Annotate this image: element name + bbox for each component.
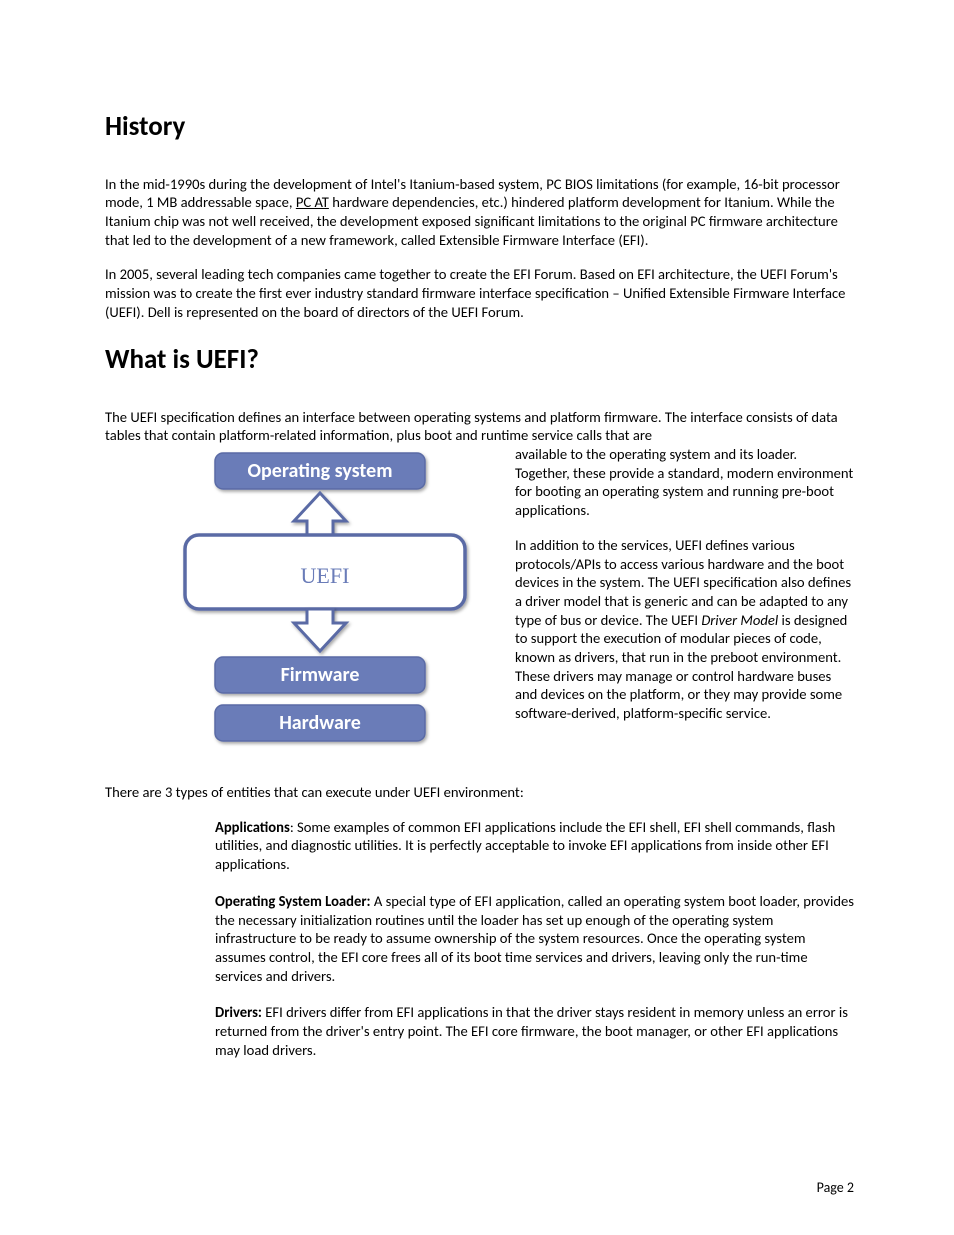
history-paragraph-2: In 2005, several leading tech companies … <box>105 265 854 321</box>
heading-history: History <box>105 110 854 145</box>
list-item: Operating System Loader: A special type … <box>215 892 854 985</box>
text-emphasis: Driver Model <box>701 611 778 629</box>
entity-title: Drivers: <box>215 1003 262 1021</box>
text-run: The UEFI specification defines an interf… <box>105 408 838 445</box>
uefi-layer-diagram: Operating system UEFI Firmware Hardware <box>155 445 485 755</box>
entity-title: Applications <box>215 818 290 836</box>
arrow-down-icon <box>294 609 346 651</box>
uefi-intro-block: The UEFI specification defines an interf… <box>105 408 854 765</box>
page-footer: Page 2 <box>817 1179 854 1197</box>
diagram-label-hardware: Hardware <box>279 711 361 735</box>
entity-body: EFI drivers differ from EFI applications… <box>215 1003 848 1058</box>
text-run: available to the operating system and it… <box>515 445 853 519</box>
entity-list: Applications: Some examples of common EF… <box>105 818 854 1059</box>
arrow-up-icon <box>294 493 346 535</box>
document-page: History In the mid-1990s during the deve… <box>0 0 954 1235</box>
whatis-paragraph-1-lead: The UEFI specification defines an interf… <box>105 408 854 445</box>
entities-intro: There are 3 types of entities that can e… <box>105 783 854 802</box>
entity-body: Some examples of common EFI applications… <box>215 818 835 873</box>
diagram-label-firmware: Firmware <box>281 663 360 687</box>
diagram-label-os: Operating system <box>248 459 393 483</box>
link-pc-at[interactable]: PC AT <box>296 193 329 211</box>
history-paragraph-1: In the mid-1990s during the development … <box>105 175 854 250</box>
diagram-label-uefi: UEFI <box>301 563 350 588</box>
list-item: Applications: Some examples of common EF… <box>215 818 854 874</box>
entity-title: Operating System Loader: <box>215 892 371 910</box>
text-run: : <box>290 818 297 836</box>
list-item: Drivers: EFI drivers differ from EFI app… <box>215 1003 854 1059</box>
heading-what-is-uefi: What is UEFI? <box>105 343 854 378</box>
